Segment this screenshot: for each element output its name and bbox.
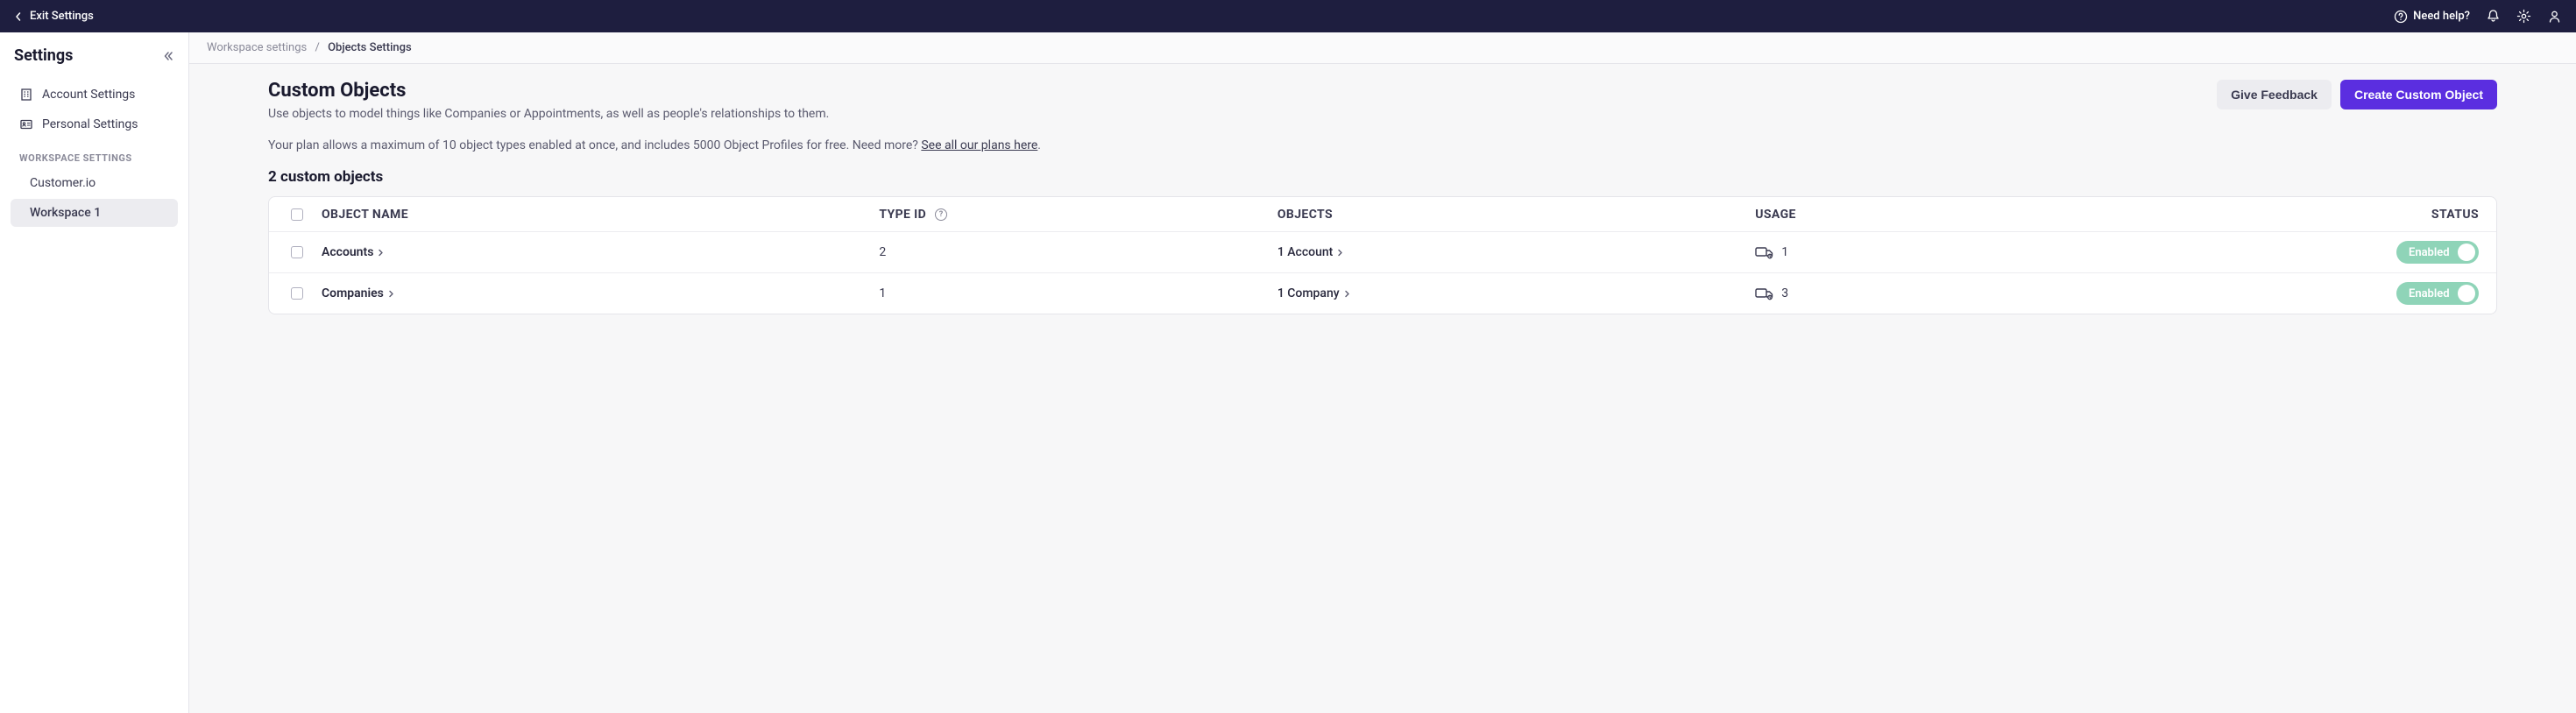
sidebar-item-label: Personal Settings: [42, 117, 138, 131]
usage-icon: [1755, 245, 1774, 259]
sidebar-item-account-settings[interactable]: Account Settings: [11, 81, 178, 109]
status-toggle[interactable]: Enabled: [2396, 282, 2479, 305]
object-name-text: Accounts: [322, 245, 373, 259]
usage-icon: [1755, 286, 1774, 300]
sidebar: Settings Account Settings Personal Setti…: [0, 32, 189, 713]
status-toggle[interactable]: Enabled: [2396, 241, 2479, 264]
building-icon: [19, 88, 33, 102]
select-all-checkbox[interactable]: [291, 208, 303, 221]
row-checkbox[interactable]: [291, 246, 303, 258]
page-subtitle: Use objects to model things like Compani…: [268, 107, 829, 121]
object-name-link[interactable]: Accounts: [322, 245, 385, 259]
plan-note-suffix: .: [1037, 138, 1041, 152]
usage-count: 1: [1781, 245, 1788, 259]
notifications-button[interactable]: [2486, 9, 2501, 24]
status-toggle-label: Enabled: [2409, 246, 2450, 259]
breadcrumb: Workspace settings / Objects Settings: [189, 32, 2576, 64]
plan-note: Your plan allows a maximum of 10 object …: [268, 138, 2497, 152]
column-type-id: TYPE ID ?: [872, 199, 1270, 230]
help-circle-icon: [2394, 10, 2408, 24]
chevron-double-left-icon: [162, 50, 174, 62]
row-checkbox[interactable]: [291, 287, 303, 300]
toggle-knob: [2458, 244, 2475, 261]
sidebar-item-label: Account Settings: [42, 88, 135, 102]
objects-count-text: 1 Account: [1277, 245, 1334, 259]
page-title: Custom Objects: [268, 80, 829, 102]
status-toggle-label: Enabled: [2409, 287, 2450, 300]
sidebar-workspace-1[interactable]: Workspace 1: [11, 199, 178, 227]
sidebar-item-label: Workspace 1: [30, 206, 101, 220]
column-status: STATUS: [2346, 199, 2486, 230]
sidebar-title: Settings: [14, 46, 73, 65]
objects-count-link[interactable]: 1 Company: [1277, 286, 1351, 300]
plans-link[interactable]: See all our plans here: [921, 138, 1037, 152]
plan-note-text: Your plan allows a maximum of 10 object …: [268, 138, 921, 152]
usage-link[interactable]: 1: [1755, 245, 1788, 259]
need-help-button[interactable]: Need help?: [2394, 10, 2470, 24]
toggle-knob: [2458, 285, 2475, 302]
chevron-right-icon: [377, 249, 385, 257]
column-objects: OBJECTS: [1270, 199, 1748, 230]
breadcrumb-separator: /: [315, 41, 319, 54]
id-card-icon: [19, 117, 33, 131]
usage-count: 3: [1781, 286, 1788, 300]
breadcrumb-current: Objects Settings: [328, 41, 412, 54]
object-name-text: Companies: [322, 286, 384, 300]
column-object-name: OBJECT NAME: [315, 199, 872, 230]
need-help-label: Need help?: [2413, 10, 2470, 23]
settings-gear-button[interactable]: [2516, 9, 2531, 24]
objects-count-link[interactable]: 1 Account: [1277, 245, 1345, 259]
exit-settings-label: Exit Settings: [30, 10, 94, 23]
type-id-help-icon[interactable]: ?: [935, 208, 947, 221]
table-row: Accounts 2 1 Account: [269, 232, 2496, 273]
chevron-right-icon: [1336, 249, 1344, 257]
chevron-right-icon: [387, 290, 395, 298]
bell-icon: [2486, 9, 2501, 24]
column-usage: USAGE: [1748, 199, 2346, 230]
give-feedback-button[interactable]: Give Feedback: [2217, 80, 2332, 109]
collapse-sidebar-button[interactable]: [162, 50, 174, 62]
create-custom-object-button[interactable]: Create Custom Object: [2340, 80, 2497, 109]
objects-count-heading: 2 custom objects: [268, 168, 2497, 186]
profile-button[interactable]: [2547, 9, 2562, 24]
table-header-row: OBJECT NAME TYPE ID ? OBJECTS USAGE STAT…: [269, 197, 2496, 232]
chevron-right-icon: [1343, 290, 1351, 298]
object-name-link[interactable]: Companies: [322, 286, 395, 300]
table-row: Companies 1 1 Company: [269, 273, 2496, 314]
chevron-left-icon: [14, 12, 23, 21]
sidebar-section-label: WORKSPACE SETTINGS: [11, 140, 178, 169]
type-id-cell: 1: [872, 278, 1270, 309]
type-id-cell: 2: [872, 236, 1270, 268]
objects-count-text: 1 Company: [1277, 286, 1340, 300]
gear-icon: [2516, 9, 2531, 24]
user-icon: [2547, 9, 2562, 24]
breadcrumb-parent[interactable]: Workspace settings: [207, 41, 307, 54]
exit-settings-button[interactable]: Exit Settings: [14, 10, 94, 23]
sidebar-item-label: Customer.io: [30, 176, 96, 190]
top-bar: Exit Settings Need help?: [0, 0, 2576, 32]
column-type-id-label: TYPE ID: [879, 208, 926, 222]
sidebar-item-personal-settings[interactable]: Personal Settings: [11, 110, 178, 138]
sidebar-workspace-customerio[interactable]: Customer.io: [11, 169, 178, 197]
objects-table: OBJECT NAME TYPE ID ? OBJECTS USAGE STAT…: [268, 196, 2497, 314]
usage-link[interactable]: 3: [1755, 286, 1788, 300]
